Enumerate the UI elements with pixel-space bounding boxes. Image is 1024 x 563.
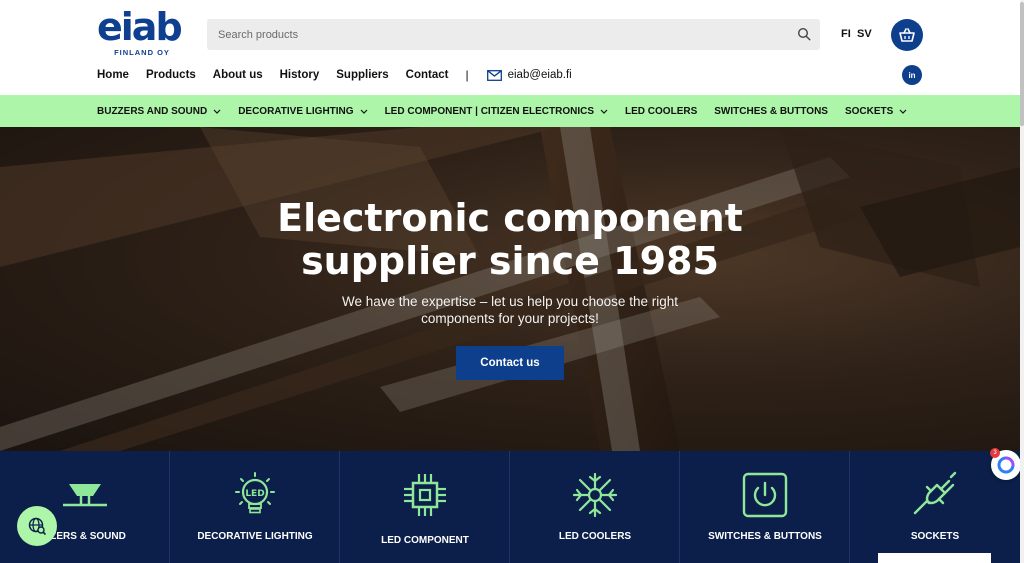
category-label: SOCKETS [844, 105, 894, 117]
contact-us-button[interactable]: Contact us [456, 346, 564, 380]
hero-title-line-2: supplier since 1985 [301, 239, 719, 283]
buzzer-icon [62, 484, 107, 507]
tile-label: LED COOLERS [558, 531, 632, 542]
tile-label: SWITCHES & BUTTONS [708, 531, 822, 542]
tile-label: SOCKETS [910, 531, 960, 542]
category-label: LED COOLERS [625, 105, 698, 117]
category-sockets[interactable]: SOCKETS [845, 106, 907, 117]
category-label: LED COMPONENT | CITIZEN ELECTRONICS [384, 105, 595, 117]
chevron-down-icon [213, 109, 221, 114]
category-label: BUZZERS AND SOUND [97, 105, 208, 117]
category-label: SWITCHES & BUTTONS [714, 105, 828, 117]
nav-products[interactable]: Products [146, 69, 196, 81]
tile-led-coolers[interactable]: LED COOLERS [510, 451, 680, 563]
hero-subtitle-line-2: components for your projects! [421, 311, 599, 326]
tile-label: DECORATIVE LIGHTING [197, 531, 313, 542]
search-icon[interactable] [797, 27, 811, 41]
basket-icon [899, 28, 915, 42]
email-link[interactable]: eiab@eiab.fi [486, 69, 572, 81]
cart-button[interactable] [891, 19, 923, 51]
led-bulb-icon: LED [234, 472, 275, 514]
accessibility-globe-icon [28, 517, 46, 535]
hero-subtitle: We have the expertise – let us help you … [310, 293, 710, 327]
chat-logo-icon [997, 456, 1015, 474]
snowflake-icon [572, 472, 617, 518]
nav-home[interactable]: Home [97, 69, 129, 81]
category-decorative-lighting[interactable]: DECORATIVE LIGHTING [238, 106, 367, 117]
site-header: eiab FINLAND OY FI SV Home Products Abou… [0, 0, 1020, 95]
eiab-logo[interactable]: eiab FINLAND OY [97, 8, 187, 60]
search-input[interactable] [218, 28, 778, 41]
tile-switches-buttons[interactable]: SWITCHES & BUTTONS [680, 451, 850, 563]
logo-wordmark: eiab [97, 5, 183, 49]
language-fi[interactable]: FI [841, 28, 851, 40]
category-buzzers-and-sound[interactable]: BUZZERS AND SOUND [97, 106, 221, 117]
linkedin-icon[interactable]: in [902, 65, 922, 85]
nav-history[interactable]: History [280, 69, 320, 81]
svg-text:LED: LED [245, 489, 264, 499]
chip-icon [403, 474, 446, 516]
main-nav: Home Products About us History Suppliers… [97, 67, 572, 83]
category-label: DECORATIVE LIGHTING [238, 105, 354, 117]
accessibility-button[interactable] [17, 506, 57, 546]
hero-subtitle-line-1: We have the expertise – let us help you … [342, 294, 678, 309]
envelope-icon [486, 69, 502, 81]
nav-contact[interactable]: Contact [406, 69, 449, 81]
tile-label: LED COMPONENT [381, 535, 469, 546]
chevron-down-icon [600, 109, 608, 114]
logo-subtitle: FINLAND OY [114, 48, 170, 57]
category-bar: BUZZERS AND SOUND DECORATIVE LIGHTING LE… [0, 95, 1020, 127]
search-bar [207, 19, 820, 50]
scrollbar-thumb[interactable] [1020, 2, 1024, 126]
tile-led-component[interactable]: LED COMPONENT [340, 451, 510, 563]
tile-decorative-lighting[interactable]: LED DECORATIVE LIGHTING [170, 451, 340, 563]
nav-separator: | [465, 68, 469, 82]
category-led-component[interactable]: LED COMPONENT | CITIZEN ELECTRONICS [385, 106, 608, 117]
tile-overlay-panel [878, 553, 991, 563]
tile-buzzers-sound[interactable]: ZZERS & SOUND [0, 451, 170, 563]
hero-title: Electronic component supplier since 1985 [0, 197, 1020, 283]
category-tiles: ZZERS & SOUND LED DECORATIVE LIGHTING LE… [0, 451, 1020, 563]
hero-overlay [0, 127, 1020, 451]
chevron-down-icon [899, 109, 907, 114]
nav-about-us[interactable]: About us [213, 69, 263, 81]
plug-icon [913, 471, 957, 515]
hero-banner: Electronic component supplier since 1985… [0, 127, 1020, 451]
power-switch-icon [742, 472, 787, 518]
chat-widget[interactable]: 3 [990, 448, 1021, 480]
category-led-coolers[interactable]: LED COOLERS [625, 106, 697, 117]
hero-title-line-1: Electronic component [277, 196, 743, 240]
chevron-down-icon [360, 109, 367, 114]
nav-suppliers[interactable]: Suppliers [336, 69, 388, 81]
category-switches-buttons[interactable]: SWITCHES & BUTTONS [714, 106, 828, 117]
language-sv[interactable]: SV [857, 28, 872, 40]
email-address: eiab@eiab.fi [507, 69, 572, 81]
chat-notification-badge: 3 [990, 448, 1000, 458]
